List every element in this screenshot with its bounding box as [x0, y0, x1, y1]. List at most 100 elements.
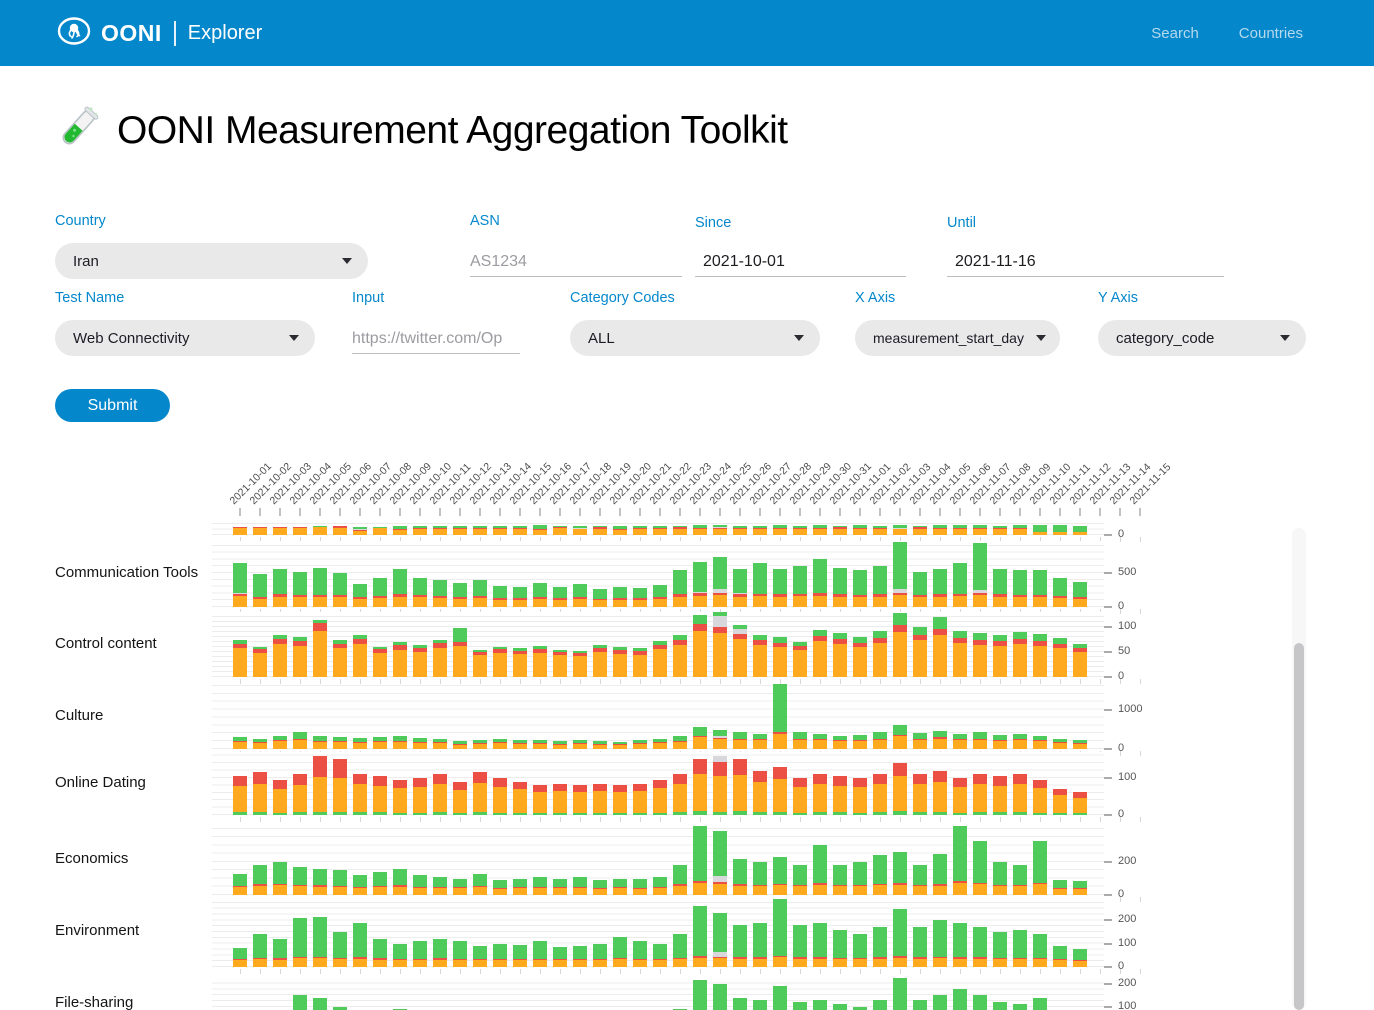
- bar-segment-confirmed[interactable]: [1033, 958, 1047, 959]
- bar-segment-confirmed[interactable]: [1073, 743, 1087, 744]
- bar-segment-anomaly[interactable]: [693, 631, 707, 677]
- bar-segment-anomaly[interactable]: [313, 741, 327, 749]
- bar-segment-ok[interactable]: [773, 857, 787, 884]
- bar-segment-ok[interactable]: [633, 879, 647, 887]
- bar-segment-ok[interactable]: [673, 736, 687, 740]
- bar-segment-confirmed[interactable]: [553, 959, 567, 960]
- bar-segment-ok[interactable]: [473, 526, 487, 528]
- bar-segment-anomaly[interactable]: [373, 887, 387, 895]
- bar-segment-confirmed[interactable]: [813, 528, 827, 529]
- bar-segment-confirmed[interactable]: [373, 649, 387, 653]
- bar-segment-anomaly[interactable]: [613, 792, 627, 813]
- bar-segment-ok[interactable]: [393, 944, 407, 959]
- bar-segment-confirmed[interactable]: [253, 649, 267, 653]
- bar-segment-ok[interactable]: [973, 841, 987, 883]
- bar-segment-confirmed[interactable]: [433, 742, 447, 743]
- bar-segment-confirmed[interactable]: [913, 739, 927, 740]
- bar-segment-anomaly[interactable]: [1073, 599, 1087, 607]
- bar-segment-confirmed[interactable]: [313, 526, 327, 527]
- bar-segment-confirmed[interactable]: [733, 594, 747, 596]
- bar-segment-confirmed[interactable]: [573, 597, 587, 599]
- bar-segment-ok[interactable]: [493, 647, 507, 649]
- bar-segment-anomaly[interactable]: [973, 740, 987, 749]
- bar-segment-confirmed[interactable]: [693, 736, 707, 737]
- bar-segment-ok[interactable]: [853, 862, 867, 885]
- bar-segment-ok[interactable]: [653, 739, 667, 742]
- bar-segment-confirmed[interactable]: [553, 598, 567, 600]
- bar-segment-confirmed[interactable]: [913, 635, 927, 641]
- bar-segment-confirmed[interactable]: [473, 743, 487, 744]
- bar-segment-ok[interactable]: [233, 563, 247, 593]
- bar-segment-confirmed[interactable]: [593, 599, 607, 601]
- bar-segment-anomaly[interactable]: [1013, 784, 1027, 812]
- bar-segment-anomaly[interactable]: [433, 648, 447, 677]
- bar-segment-anomaly[interactable]: [253, 527, 267, 535]
- bar-segment-anomaly[interactable]: [813, 641, 827, 677]
- bar-segment-confirmed[interactable]: [433, 887, 447, 888]
- bar-segment-ok[interactable]: [1073, 740, 1087, 743]
- bar-segment-confirmed[interactable]: [413, 528, 427, 529]
- bar-segment-confirmed[interactable]: [333, 958, 347, 959]
- bar-segment-confirmed[interactable]: [293, 641, 307, 646]
- bar-segment-confirmed[interactable]: [593, 959, 607, 960]
- bar-segment-ok[interactable]: [893, 542, 907, 589]
- bar-segment-anomaly[interactable]: [333, 778, 347, 812]
- bar-segment-anomaly[interactable]: [1073, 961, 1087, 967]
- bar-segment-confirmed[interactable]: [753, 528, 767, 529]
- bar-segment-ok[interactable]: [813, 812, 827, 815]
- bar-segment-anomaly[interactable]: [953, 643, 967, 677]
- bar-segment-confirmed[interactable]: [1073, 888, 1087, 889]
- bar-segment-confirmed[interactable]: [593, 648, 607, 652]
- bar-segment-ok[interactable]: [1013, 930, 1027, 958]
- bar-segment-ok[interactable]: [333, 573, 347, 595]
- bar-segment-ok[interactable]: [493, 739, 507, 742]
- bar-segment-ok[interactable]: [333, 737, 347, 741]
- bar-segment-anomaly[interactable]: [693, 737, 707, 749]
- bar-segment-ok[interactable]: [353, 584, 367, 597]
- bar-segment-ok[interactable]: [933, 920, 947, 957]
- bar-segment-ok[interactable]: [433, 739, 447, 742]
- bar-segment-confirmed[interactable]: [833, 594, 847, 596]
- bar-segment-anomaly[interactable]: [233, 786, 247, 813]
- bar-segment-ok[interactable]: [693, 811, 707, 815]
- bar-segment-ok[interactable]: [873, 855, 887, 883]
- bar-segment-ok[interactable]: [1033, 934, 1047, 957]
- bar-segment-confirmed[interactable]: [453, 597, 467, 599]
- bar-segment-ok[interactable]: [713, 913, 727, 952]
- bar-segment-ok[interactable]: [813, 525, 827, 528]
- bar-segment-anomaly[interactable]: [693, 529, 707, 535]
- bar-segment-ok[interactable]: [1013, 1004, 1027, 1010]
- bar-segment-confirmed[interactable]: [873, 739, 887, 740]
- bar-segment-anomaly[interactable]: [1013, 644, 1027, 677]
- bar-segment-confirmed[interactable]: [873, 528, 887, 529]
- bar-segment-ok[interactable]: [773, 637, 787, 643]
- bar-segment-ok[interactable]: [933, 617, 947, 629]
- bar-segment-anomaly[interactable]: [1053, 960, 1067, 967]
- bar-segment-confirmed[interactable]: [913, 595, 927, 597]
- bar-segment-confirmed[interactable]: [453, 959, 467, 960]
- bar-segment-confirmed[interactable]: [813, 957, 827, 958]
- bar-segment-confirmed[interactable]: [733, 634, 747, 640]
- bar-segment-confirmed[interactable]: [833, 639, 847, 644]
- bar-segment-failure[interactable]: [713, 589, 727, 593]
- bar-segment-confirmed[interactable]: [793, 739, 807, 740]
- bar-segment-anomaly[interactable]: [733, 775, 747, 811]
- bar-segment-anomaly[interactable]: [453, 888, 467, 895]
- bar-segment-ok[interactable]: [813, 734, 827, 739]
- bar-segment-confirmed[interactable]: [353, 742, 367, 743]
- bar-segment-anomaly[interactable]: [433, 529, 447, 535]
- bar-segment-ok[interactable]: [673, 635, 687, 641]
- bar-segment-ok[interactable]: [753, 635, 767, 641]
- bar-segment-confirmed[interactable]: [813, 636, 827, 642]
- bar-segment-confirmed[interactable]: [473, 772, 487, 783]
- bar-segment-anomaly[interactable]: [473, 783, 487, 812]
- bar-segment-ok[interactable]: [913, 526, 927, 528]
- bar-segment-anomaly[interactable]: [853, 529, 867, 535]
- bar-segment-anomaly[interactable]: [553, 528, 567, 535]
- bar-segment-confirmed[interactable]: [853, 885, 867, 886]
- bar-segment-confirmed[interactable]: [513, 959, 527, 960]
- bar-segment-anomaly[interactable]: [233, 596, 247, 607]
- bar-segment-anomaly[interactable]: [453, 960, 467, 967]
- bar-segment-ok[interactable]: [493, 944, 507, 959]
- bar-segment-anomaly[interactable]: [393, 530, 407, 535]
